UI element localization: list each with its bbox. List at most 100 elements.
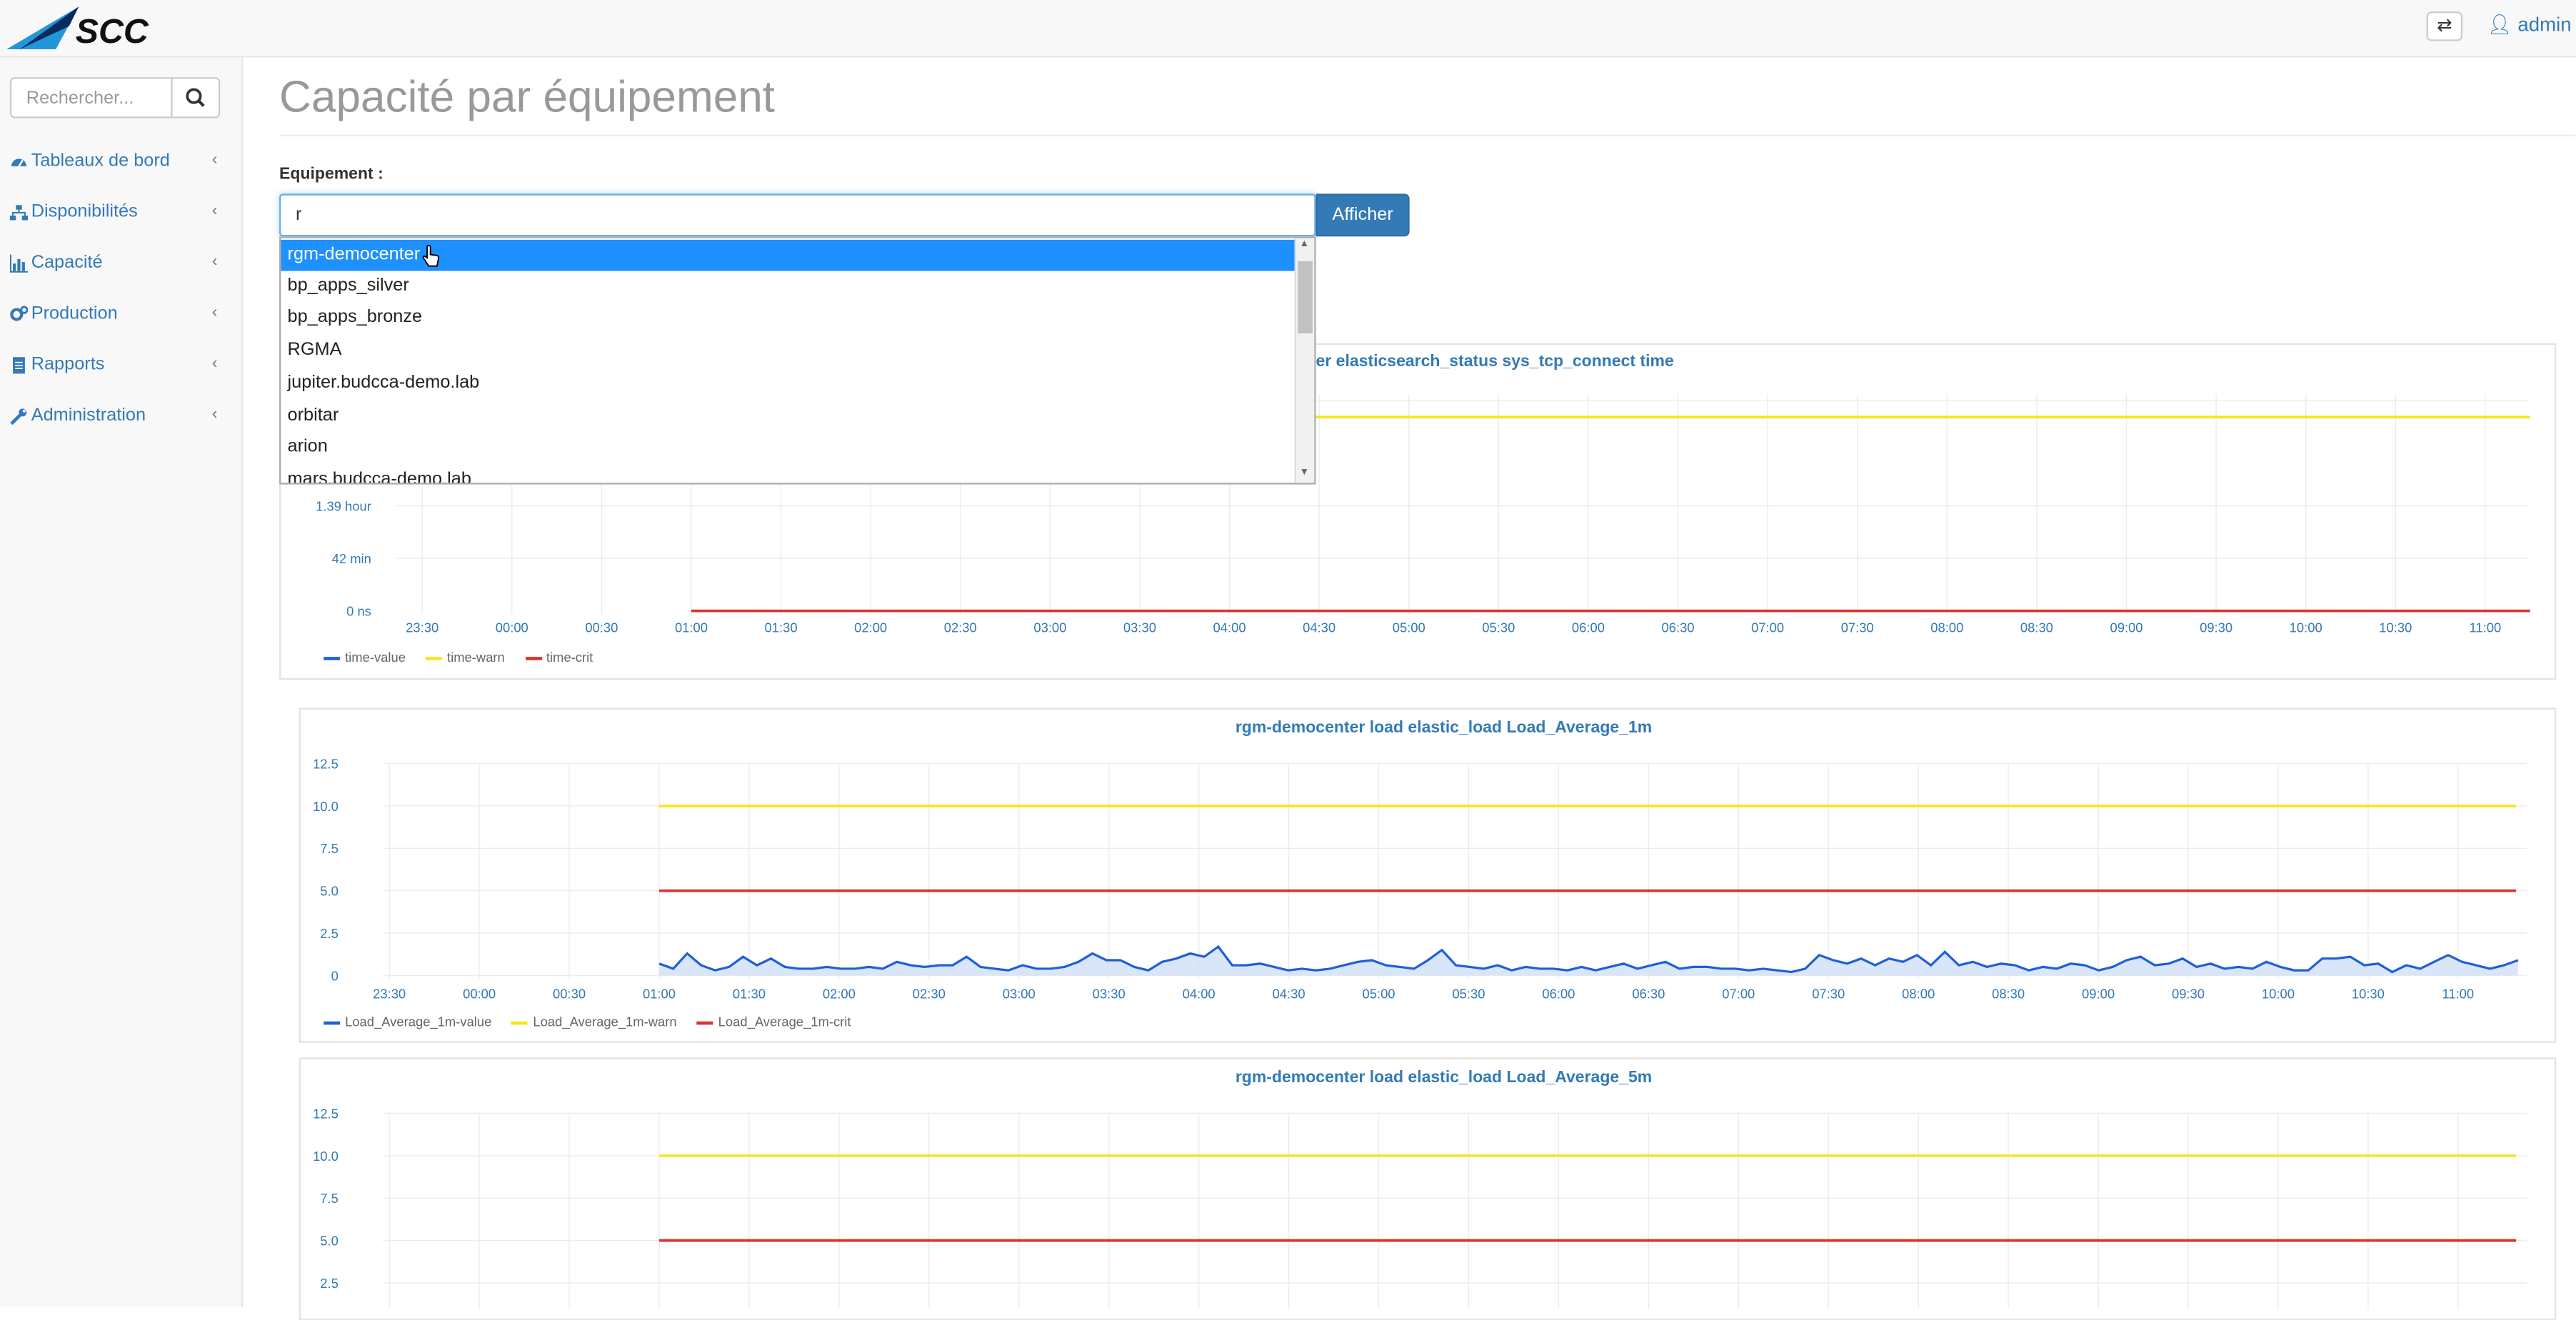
- sidebar-item-label: Administration: [31, 405, 146, 425]
- x-tick-label: 03:00: [1033, 620, 1066, 635]
- x-tick-label: 07:00: [1751, 620, 1784, 635]
- x-tick-label: 05:30: [1482, 620, 1515, 635]
- scroll-down-arrow-icon[interactable]: ▼: [1300, 468, 1310, 478]
- x-tick-label: 06:00: [1572, 620, 1605, 635]
- autocomplete-option[interactable]: mars.budcca-demo.lab: [281, 465, 1300, 483]
- chart-legend: Load_Average_1m-value Load_Average_1m-wa…: [324, 1015, 867, 1029]
- chevron-left-icon: ‹: [211, 303, 218, 322]
- sidebar-item-capacite[interactable]: Capacité ‹: [0, 240, 241, 291]
- x-tick-label: 11:00: [2442, 987, 2474, 1002]
- report-icon: [13, 357, 25, 374]
- y-tick-label: 12.5: [313, 757, 339, 772]
- x-tick-label: 09:00: [2082, 987, 2115, 1002]
- value-area: [658, 947, 2518, 976]
- y-tick-label: 0: [331, 968, 339, 983]
- sidebar-item-label: Disponibilités: [31, 201, 138, 222]
- sidebar-search-input[interactable]: [9, 77, 173, 119]
- hand-cursor-icon: [422, 244, 440, 267]
- equipment-autocomplete-list[interactable]: rgm-democenter bp_apps_silver bp_apps_br…: [279, 236, 1316, 485]
- x-tick-label: 23:30: [373, 987, 406, 1002]
- x-tick-label: 07:30: [1812, 987, 1845, 1002]
- x-tick-label: 07:30: [1841, 620, 1874, 635]
- brand-text: SCC: [76, 12, 149, 51]
- dashboard-icon: [11, 158, 26, 167]
- sidebar-item-label: Rapports: [31, 354, 105, 375]
- equipment-input[interactable]: [279, 193, 1316, 237]
- autocomplete-option[interactable]: arion: [281, 432, 1300, 463]
- y-tick-label: 42 min: [332, 551, 371, 566]
- x-tick-label: 10:30: [2379, 620, 2412, 635]
- title-divider: [279, 134, 2576, 136]
- afficher-button[interactable]: Afficher: [1315, 193, 1410, 237]
- x-tick-label: 04:30: [1273, 987, 1305, 1002]
- gears-icon: [10, 306, 29, 321]
- y-tick-label: 12.5: [313, 1107, 339, 1122]
- x-tick-label: 02:00: [854, 620, 887, 635]
- x-tick-label: 10:00: [2290, 620, 2322, 635]
- x-tick-label: 06:00: [1542, 987, 1575, 1002]
- chevron-left-icon: ‹: [211, 151, 218, 169]
- x-tick-label: 09:30: [2172, 987, 2205, 1002]
- x-tick-label: 03:00: [1003, 987, 1036, 1002]
- x-tick-label: 04:30: [1303, 620, 1335, 635]
- y-tick-label: 5.0: [320, 884, 339, 899]
- search-button[interactable]: [171, 77, 221, 119]
- legend-item-warn[interactable]: Load_Average_1m-warn: [511, 1015, 677, 1029]
- autocomplete-option[interactable]: RGMA: [281, 335, 1300, 366]
- user-menu[interactable]: 👤︎ admin ▾: [2487, 13, 2576, 36]
- autocomplete-option[interactable]: orbitar: [281, 400, 1300, 432]
- chart-panel-load-average-5m: rgm-democenter load elastic_load Load_Av…: [299, 1057, 2557, 1320]
- toggle-sidebar-button[interactable]: ⇄: [2426, 11, 2463, 41]
- sidebar-item-tableaux-de-bord[interactable]: Tableaux de bord ‹: [0, 138, 241, 188]
- x-tick-label: 05:30: [1452, 987, 1485, 1002]
- x-tick-label: 03:30: [1093, 987, 1126, 1002]
- sidebar-item-rapports[interactable]: Rapports ‹: [0, 341, 241, 392]
- scc-logo[interactable]: SCC: [6, 4, 204, 53]
- top-navbar: [0, 0, 2576, 58]
- chevron-left-icon: ‹: [211, 201, 218, 221]
- x-tick-label: 02:30: [913, 987, 946, 1002]
- wrench-icon: [10, 408, 27, 425]
- x-tick-label: 05:00: [1393, 620, 1425, 635]
- sidebar-item-production[interactable]: Production ‹: [0, 291, 241, 341]
- y-tick-label: 0 ns: [346, 604, 371, 619]
- x-tick-label: 08:30: [2020, 620, 2053, 635]
- legend-item-warn[interactable]: time-warn: [426, 650, 505, 665]
- chart-legend: time-value time-warn time-crit: [324, 650, 609, 665]
- autocomplete-option[interactable]: jupiter.budcca-demo.lab: [281, 368, 1300, 399]
- x-tick-label: 03:30: [1123, 620, 1156, 635]
- x-tick-label: 00:30: [553, 987, 586, 1002]
- chart-panel-load-average-1m: rgm-democenter load elastic_load Load_Av…: [299, 707, 2557, 1043]
- x-tick-label: 01:00: [675, 620, 708, 635]
- scrollbar-thumb[interactable]: [1298, 261, 1313, 333]
- x-tick-label: 00:30: [585, 620, 618, 635]
- sidebar-item-disponibilites[interactable]: Disponibilités ‹: [0, 189, 241, 240]
- scroll-up-arrow-icon[interactable]: ▲: [1300, 240, 1310, 250]
- chevron-left-icon: ‹: [211, 253, 218, 271]
- legend-item-crit[interactable]: time-crit: [524, 650, 593, 665]
- x-tick-label: 10:00: [2262, 987, 2295, 1002]
- legend-item-value[interactable]: time-value: [324, 650, 406, 665]
- chart-load-average-1m: 23:30 00:00 00:30 01:00 01:30 02:00 02:30 03:00…: [313, 757, 2527, 1002]
- search-icon: [186, 88, 205, 107]
- legend-item-crit[interactable]: Load_Average_1m-crit: [696, 1015, 851, 1029]
- dropdown-scrollbar[interactable]: ▲ ▼: [1294, 238, 1315, 483]
- legend-item-value[interactable]: Load_Average_1m-value: [324, 1015, 491, 1029]
- x-tick-label: 11:00: [2470, 620, 2502, 635]
- autocomplete-option[interactable]: bp_apps_bronze: [281, 302, 1300, 333]
- sidebar-item-label: Tableaux de bord: [31, 151, 170, 171]
- sitemap-icon: [9, 205, 29, 221]
- chevron-left-icon: ‹: [211, 354, 218, 373]
- y-tick-label: 7.5: [320, 1191, 339, 1206]
- x-tick-label: 07:00: [1722, 987, 1755, 1002]
- x-tick-label: 01:30: [765, 620, 798, 635]
- chart-load-average-5m: 2.5 5.0 7.5 10.0 12.5: [313, 1107, 2527, 1309]
- y-tick-label: 10.0: [313, 799, 339, 814]
- page-title: Capacité par équipement: [279, 72, 776, 122]
- y-tick-label: 7.5: [320, 841, 339, 856]
- user-name: admin: [2517, 13, 2572, 36]
- x-tick-label: 23:30: [406, 620, 438, 635]
- autocomplete-option[interactable]: bp_apps_silver: [281, 271, 1300, 303]
- sidebar-item-label: Production: [31, 303, 118, 324]
- sidebar-item-administration[interactable]: Administration ‹: [0, 393, 241, 443]
